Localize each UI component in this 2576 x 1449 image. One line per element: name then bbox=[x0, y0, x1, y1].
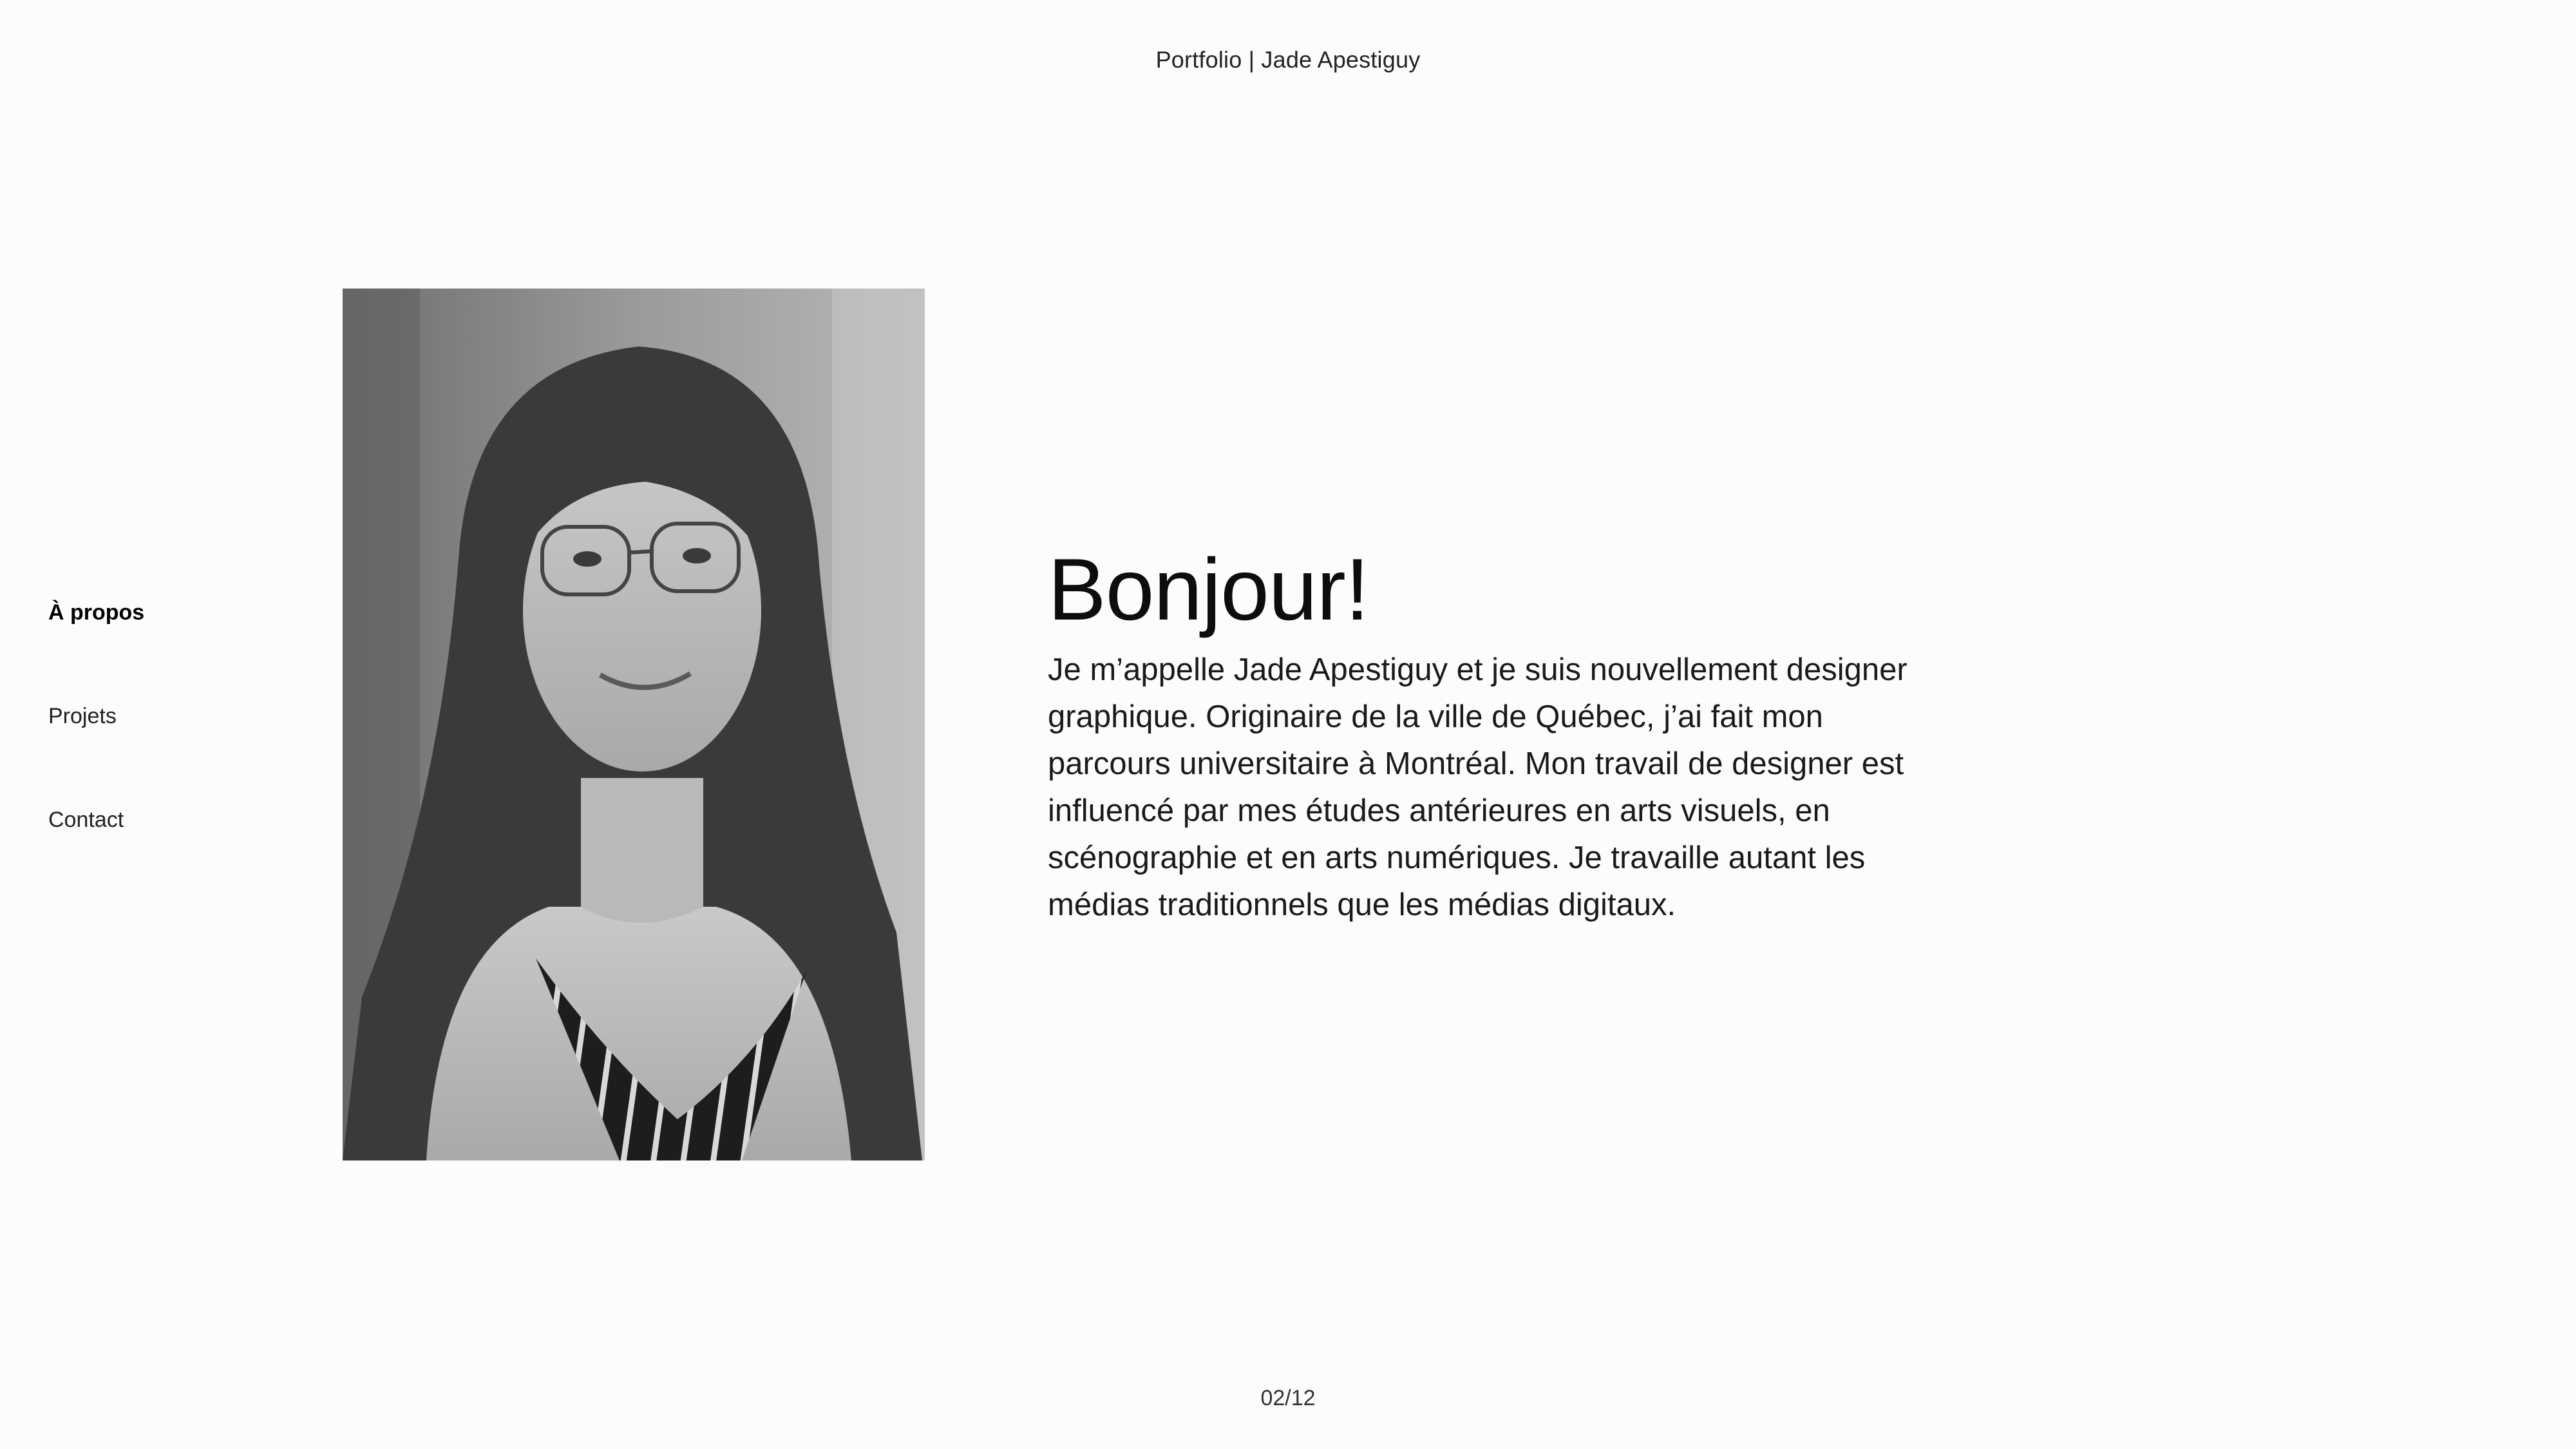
portrait-image bbox=[343, 289, 925, 1160]
side-navigation: À propos Projets Contact bbox=[48, 599, 242, 910]
site-title: Portfolio | Jade Apestiguy bbox=[1155, 46, 1421, 73]
page-counter: 02/12 bbox=[1260, 1386, 1316, 1410]
nav-item-contact[interactable]: Contact bbox=[48, 806, 242, 833]
nav-item-projets[interactable]: Projets bbox=[48, 703, 242, 730]
portrait-photo bbox=[343, 289, 925, 1160]
intro-heading: Bonjour! bbox=[1048, 540, 1370, 638]
nav-item-a-propos[interactable]: À propos bbox=[48, 599, 242, 626]
intro-bio: Je m’appelle Jade Apestiguy et je suis n… bbox=[1048, 652, 1908, 922]
intro-section: Bonjour! Je m’appelle Jade Apestiguy et … bbox=[1048, 535, 1949, 929]
